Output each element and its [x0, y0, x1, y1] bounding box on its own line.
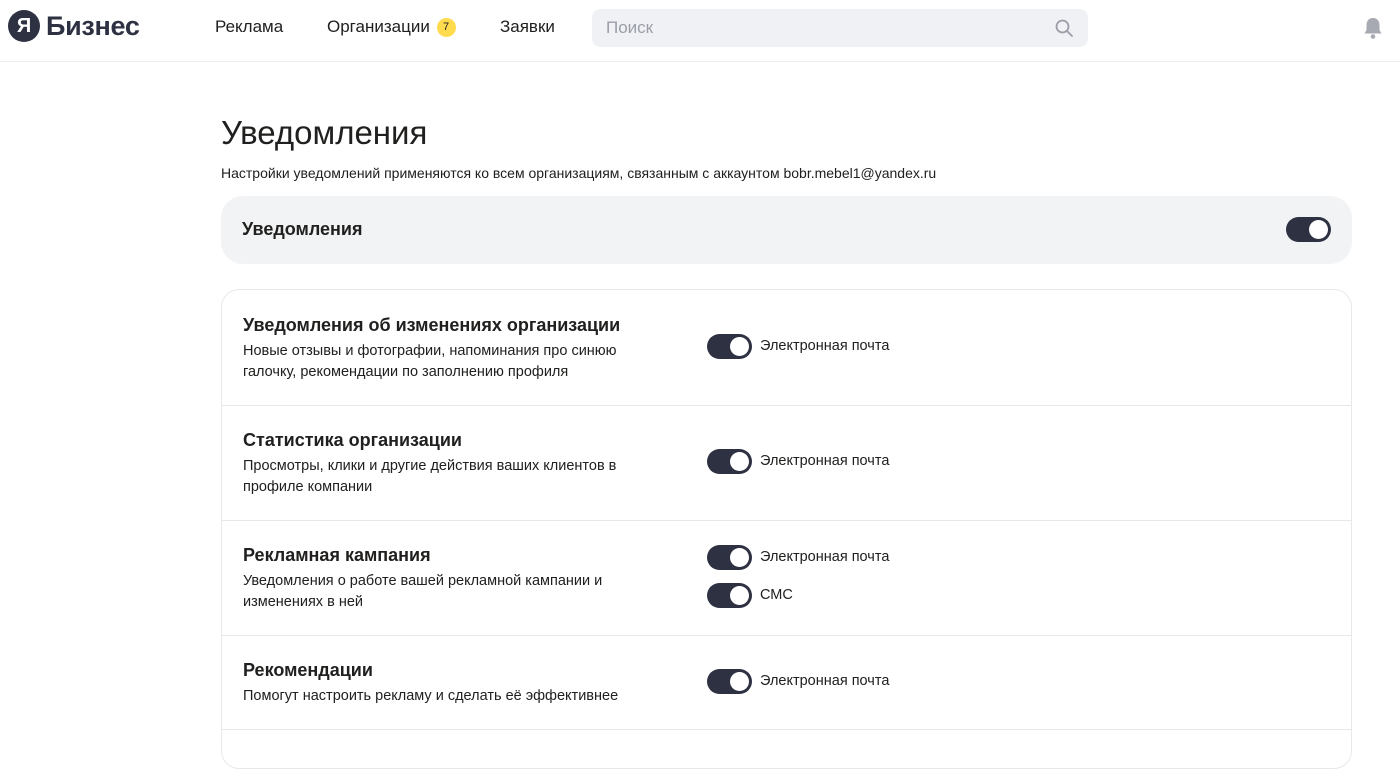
notification-settings-card: Уведомления об изменениях организации Но…: [221, 289, 1352, 769]
org-changes-email-toggle[interactable]: [707, 334, 752, 359]
toggle-knob: [730, 548, 749, 567]
section-org-statistics: Статистика организации Просмотры, клики …: [222, 406, 1351, 521]
section-title: Рекламная кампания: [243, 545, 431, 565]
logo-text: Бизнес: [46, 10, 140, 41]
option-label-sms: СМС: [760, 587, 793, 603]
organizations-count-badge: 7: [436, 18, 456, 37]
master-notifications-label: Уведомления: [242, 219, 363, 239]
section-description: Уведомления о работе вашей рекламной кам…: [243, 573, 603, 610]
nav-item-advertising[interactable]: Реклама: [215, 17, 283, 37]
option-label-email: Электронная почта: [760, 549, 890, 565]
toggle-knob: [730, 586, 749, 605]
section-title: Уведомления об изменениях организации: [243, 315, 621, 335]
section-title: Рекомендации: [243, 660, 373, 680]
section-title: Статистика организации: [243, 430, 462, 450]
statistics-email-toggle[interactable]: [707, 449, 752, 474]
section-recommendations: Рекомендации Помогут настроить рекламу и…: [222, 636, 1351, 730]
nav-item-organizations[interactable]: Организации 7: [327, 17, 456, 37]
page-title: Уведомления: [221, 114, 428, 151]
bell-icon[interactable]: [1362, 16, 1384, 40]
option-label-email: Электронная почта: [760, 453, 890, 469]
master-notifications-toggle[interactable]: [1286, 217, 1331, 242]
section-ad-campaign: Рекламная кампания Уведомления о работе …: [222, 521, 1351, 636]
master-notifications-panel: Уведомления: [221, 196, 1352, 264]
nav-item-requests[interactable]: Заявки: [500, 17, 555, 37]
section-org-changes: Уведомления об изменениях организации Но…: [222, 290, 1351, 406]
logo-mark: Я: [8, 10, 40, 42]
top-header: Я Бизнес Реклама Организации 7 Заявки: [0, 0, 1400, 62]
yandex-business-logo[interactable]: Я Бизнес: [8, 10, 140, 42]
nav-item-organizations-label: Организации: [327, 17, 430, 36]
toggle-knob: [1309, 220, 1328, 239]
toggle-knob: [730, 337, 749, 356]
option-label-email: Электронная почта: [760, 338, 890, 354]
ad-campaign-sms-toggle[interactable]: [707, 583, 752, 608]
ad-campaign-email-toggle[interactable]: [707, 545, 752, 570]
search-input[interactable]: [592, 9, 1088, 47]
section-description: Помогут настроить рекламу и сделать её э…: [243, 688, 619, 704]
page-description: Настройки уведомлений применяются ко все…: [221, 165, 937, 181]
option-label-email: Электронная почта: [760, 673, 890, 689]
toggle-knob: [730, 672, 749, 691]
toggle-knob: [730, 452, 749, 471]
section-description: Новые отзывы и фотографии, напоминания п…: [243, 343, 617, 380]
search-box: [592, 9, 1088, 47]
search-icon[interactable]: [1054, 18, 1074, 38]
section-description: Просмотры, клики и другие действия ваших…: [243, 458, 617, 495]
recommendations-email-toggle[interactable]: [707, 669, 752, 694]
